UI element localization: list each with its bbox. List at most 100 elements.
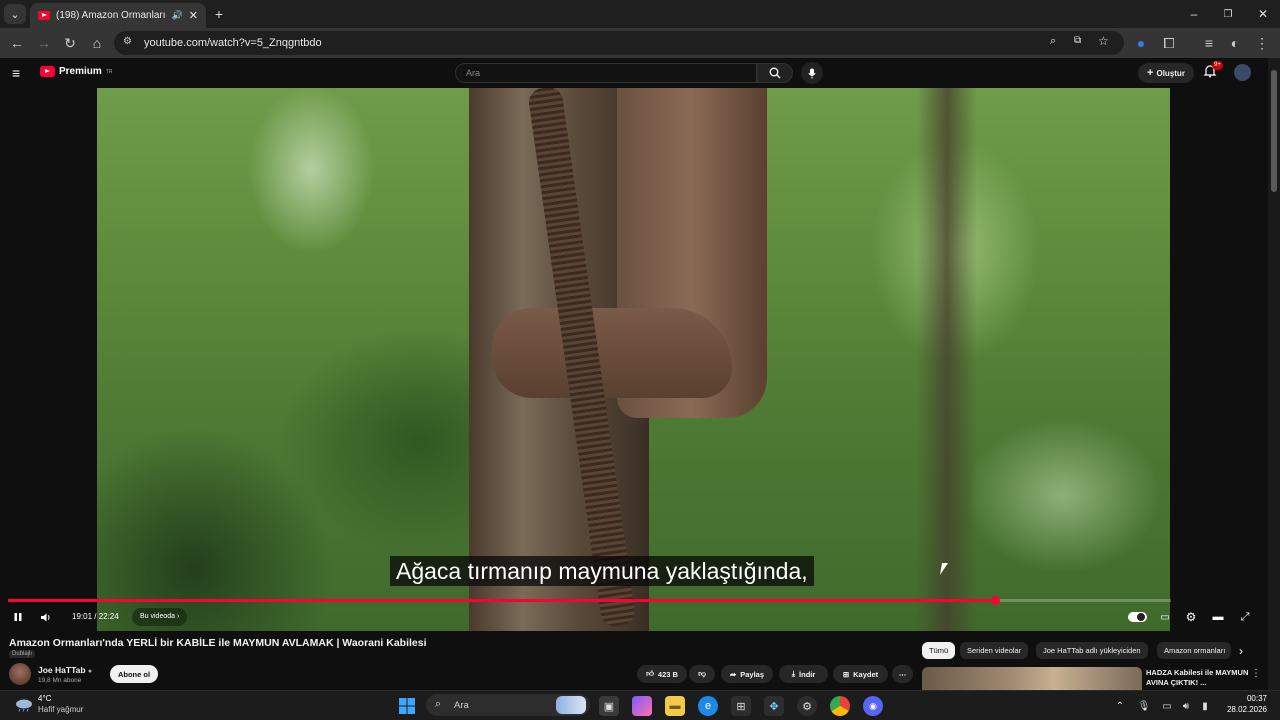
tab-search-icon[interactable]: ⌄: [4, 4, 26, 24]
pause-button[interactable]: [10, 608, 26, 626]
close-window-icon[interactable]: ✕: [1252, 4, 1274, 24]
theater-mode-button[interactable]: ▬: [1210, 608, 1226, 626]
browser-tab-active[interactable]: (198) Amazon Ormanları'nd 🔊 ✕: [30, 3, 206, 28]
page-scrollbar[interactable]: [1268, 58, 1280, 690]
extensions-puzzle-icon[interactable]: ⧠: [1159, 34, 1179, 52]
address-bar[interactable]: ⚙ youtube.com/watch?v=5_Znqgntbdo ⌕ ⧉ ☆: [114, 31, 1124, 55]
zoom-icon[interactable]: ⌕: [1050, 35, 1056, 48]
volume-button[interactable]: [37, 608, 55, 626]
tab-close-icon[interactable]: ✕: [189, 9, 198, 22]
notification-badge: 9+: [1212, 61, 1223, 70]
weather-temperature[interactable]: 4°C: [38, 694, 51, 703]
save-playlist-icon: ⊞: [842, 669, 850, 679]
windows-taskbar: 4°C Hafif yağmur ⌕ Ara ▣ ▬ e ⊞ ✥ ⚙ ◉ ⌃ 🎙…: [0, 690, 1280, 720]
channel-name[interactable]: Joe HaTTab ●: [38, 665, 92, 675]
video-frame[interactable]: [97, 88, 1170, 631]
youtube-favicon-icon: [38, 11, 50, 20]
hamburger-menu-icon[interactable]: ≡: [12, 65, 20, 81]
download-button[interactable]: ⤓ İndir: [779, 665, 828, 683]
chip-series[interactable]: Seriden videolar: [960, 642, 1029, 659]
media-controls-icon[interactable]: ≡: [1199, 34, 1219, 52]
settings-app-icon[interactable]: ⚙: [797, 696, 817, 716]
channel-avatar[interactable]: [9, 663, 31, 685]
recommended-video-title[interactable]: HADZA Kabilesi ile MAYMUN AVINA ÇIKTIK! …: [1146, 668, 1256, 688]
chip-uploader[interactable]: Joe HaTTab adlı yükleyiciden: [1036, 642, 1148, 659]
create-button[interactable]: + Oluştur: [1138, 63, 1194, 83]
browser-tab-bar: ⌄ (198) Amazon Ormanları'nd 🔊 ✕ + – ❐ ✕: [0, 0, 1280, 28]
forward-icon[interactable]: →: [34, 34, 54, 52]
save-button[interactable]: ⊞ Kaydet: [833, 665, 888, 683]
extension-shield-icon[interactable]: ●: [1131, 34, 1151, 52]
chapter-label: Bu videoda: [140, 613, 176, 620]
windows-logo-icon: [399, 698, 415, 714]
climber-foot: [492, 308, 732, 398]
tray-microphone-icon[interactable]: 🎙︎: [1137, 699, 1151, 713]
chip-topic[interactable]: Amazon ormanları: [1157, 642, 1231, 659]
tray-overflow-chevron-icon[interactable]: ⌃: [1113, 699, 1127, 713]
clock-time[interactable]: 00:37: [1222, 694, 1267, 703]
discord-icon[interactable]: ◉: [863, 696, 883, 716]
restore-icon[interactable]: ❐: [1217, 4, 1239, 24]
profile-icon[interactable]: ◐: [1225, 34, 1245, 52]
weather-description[interactable]: Hafif yağmur: [38, 705, 83, 714]
logo-country: TR: [105, 68, 113, 75]
task-view-icon[interactable]: ▣: [599, 696, 619, 716]
url-text: youtube.com/watch?v=5_Znqgntbdo: [144, 37, 322, 49]
subtitles-button[interactable]: ▭: [1157, 608, 1173, 626]
download-icon: ⤓: [791, 669, 796, 678]
site-info-icon[interactable]: ⚙: [123, 36, 132, 47]
search-button[interactable]: [757, 63, 793, 83]
browser-menu-icon[interactable]: ⋮: [1252, 34, 1272, 52]
settings-button[interactable]: ⚙: [1183, 608, 1199, 626]
plus-icon: +: [1147, 67, 1154, 79]
home-icon[interactable]: ⌂: [87, 34, 107, 52]
thumbs-up-icon: 👍︎: [646, 669, 654, 678]
microsoft-store-icon[interactable]: ⊞: [731, 696, 751, 716]
voice-search-button[interactable]: [801, 62, 823, 84]
tab-audio-icon[interactable]: 🔊: [172, 10, 183, 21]
back-icon[interactable]: ←: [7, 34, 27, 52]
minimize-icon[interactable]: –: [1183, 4, 1205, 24]
taskbar-search[interactable]: ⌕ Ara: [426, 694, 590, 716]
bookmark-star-icon[interactable]: ☆: [1098, 34, 1109, 48]
reload-icon[interactable]: ↻: [60, 34, 80, 52]
youtube-premium-logo[interactable]: Premium TR: [40, 66, 112, 77]
youtube-play-logo-icon: [40, 66, 55, 77]
scrollbar-thumb[interactable]: [1271, 70, 1277, 192]
windows-start-button[interactable]: [397, 696, 417, 716]
more-actions-button[interactable]: ⋯: [892, 665, 913, 683]
edge-browser-icon[interactable]: e: [698, 696, 718, 716]
save-label: Kaydet: [853, 669, 879, 679]
notifications-button[interactable]: 9+: [1203, 61, 1223, 82]
video-player[interactable]: Ağaca tırmanıp maymuna yaklaştığında, 19…: [0, 88, 1268, 631]
chips-next-chevron-icon[interactable]: ›: [1239, 644, 1243, 658]
like-count: 423 B: [657, 669, 678, 679]
tray-display-icon[interactable]: ▭: [1160, 699, 1174, 713]
clock-date[interactable]: 28.02.2026: [1216, 705, 1267, 714]
chapter-button[interactable]: Bu videoda ›: [132, 608, 188, 626]
network-app-icon[interactable]: ✥: [764, 696, 784, 716]
file-explorer-icon[interactable]: ▬: [665, 696, 685, 716]
like-button[interactable]: 👍︎ 423 B: [637, 665, 687, 683]
search-highlight-image: [556, 696, 586, 714]
search-input[interactable]: Ara: [455, 63, 757, 83]
chip-all[interactable]: Tümü: [922, 642, 956, 659]
download-label: İndir: [799, 669, 816, 679]
account-avatar[interactable]: [1234, 64, 1251, 81]
progress-bar[interactable]: [8, 596, 1171, 605]
copilot-icon[interactable]: [632, 696, 652, 716]
recommended-video-thumbnail[interactable]: [922, 667, 1142, 690]
subscribe-button[interactable]: Abone ol: [110, 665, 158, 683]
share-button[interactable]: ➦ Paylaş: [721, 665, 773, 683]
tray-battery-icon[interactable]: ▮: [1198, 699, 1212, 713]
install-app-icon[interactable]: ⧉: [1074, 35, 1081, 46]
dislike-button[interactable]: 👎︎: [689, 665, 715, 683]
fullscreen-button[interactable]: ⤢: [1237, 608, 1253, 626]
more-horizontal-icon: ⋯: [898, 669, 907, 679]
recommendation-menu-icon[interactable]: ⋮: [1251, 668, 1261, 679]
chrome-browser-icon[interactable]: [830, 696, 850, 716]
tray-volume-icon[interactable]: 🔊︎: [1179, 699, 1193, 713]
autoplay-toggle[interactable]: [1128, 612, 1147, 622]
new-tab-button[interactable]: +: [208, 4, 230, 24]
subscriber-count: 19,8 Mn abone: [38, 677, 82, 684]
